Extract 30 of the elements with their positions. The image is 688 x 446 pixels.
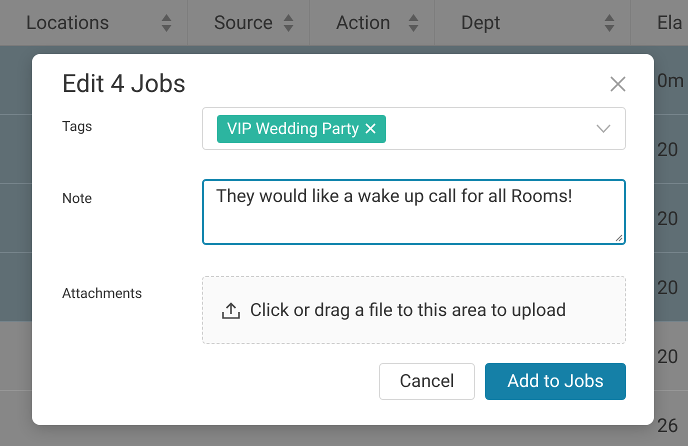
sort-icon[interactable]: [161, 12, 172, 32]
column-header[interactable]: Dept: [461, 11, 500, 34]
table-cell: 20: [657, 276, 678, 298]
table-cell: 26: [657, 414, 678, 436]
sort-icon[interactable]: [604, 12, 615, 32]
column-header[interactable]: Action: [336, 11, 391, 34]
note-field[interactable]: They would like a wake up call for all Rooms!: [202, 179, 626, 245]
close-icon[interactable]: [610, 76, 626, 92]
dialog-title: Edit 4 Jobs: [62, 70, 186, 98]
upload-icon: [222, 302, 240, 318]
resize-grip-icon[interactable]: [615, 234, 623, 242]
chevron-down-icon: [596, 124, 611, 133]
column-header[interactable]: Locations: [26, 11, 110, 34]
field-label: Tags: [62, 119, 94, 135]
table-cell: 20: [657, 344, 678, 368]
column-header[interactable]: Source: [214, 11, 273, 34]
remove-icon[interactable]: [365, 123, 376, 134]
tag-label: VIP Wedding Party: [227, 119, 360, 138]
table-cell: 20: [657, 206, 678, 230]
table-cell: 0m: [657, 68, 684, 92]
sort-icon[interactable]: [283, 12, 294, 32]
tags-select[interactable]: VIP Wedding Party: [202, 107, 626, 150]
field-label: Attachments: [62, 286, 144, 302]
cancel-button[interactable]: Cancel: [379, 363, 475, 400]
submit-button[interactable]: Add to Jobs: [485, 363, 626, 400]
field-label: Note: [62, 191, 93, 207]
sort-icon[interactable]: [408, 12, 419, 32]
table-cell: 20: [657, 138, 678, 160]
upload-area[interactable]: Click or drag a file to this area to upload: [202, 276, 626, 344]
column-header[interactable]: Ela: [657, 11, 683, 34]
